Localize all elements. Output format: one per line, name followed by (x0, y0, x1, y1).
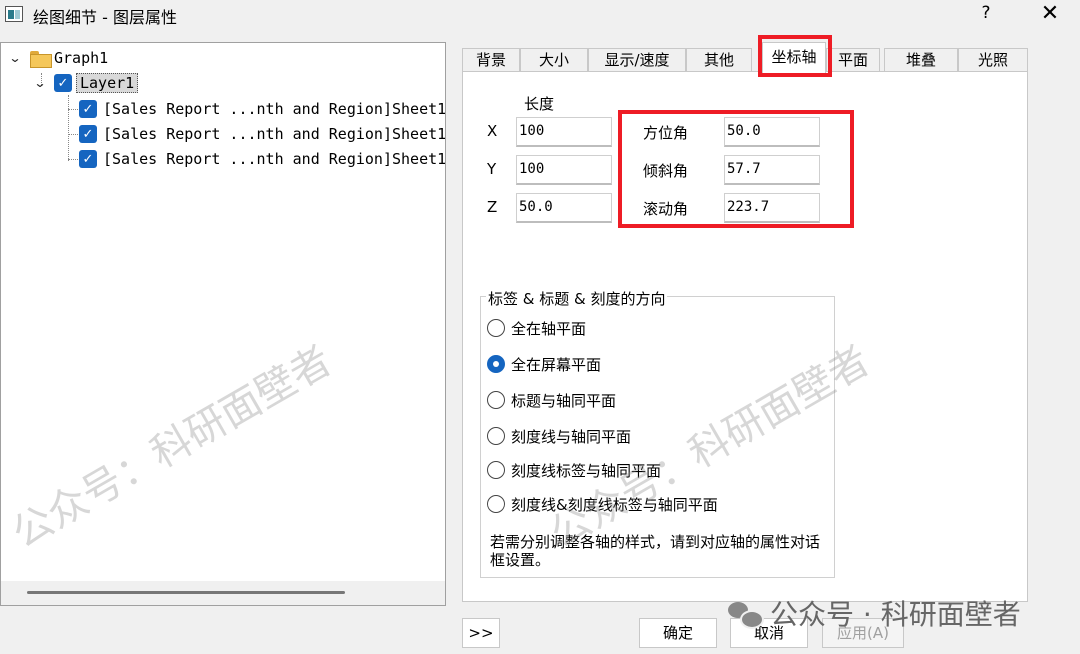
radio-label: 全在屏幕平面 (511, 355, 602, 374)
plot-checkbox[interactable]: ✓ (79, 150, 97, 168)
layer-checkbox[interactable]: ✓ (54, 74, 72, 92)
graph-label: Graph1 (54, 49, 109, 67)
close-button[interactable]: ✕ (1036, 1, 1064, 26)
watermark-footer: 公众号 · 科研面壁者 (728, 593, 1021, 633)
x-length-input[interactable]: 100 (516, 117, 612, 147)
z-length-input[interactable]: 50.0 (516, 193, 612, 223)
length-heading: 长度 (524, 95, 555, 113)
watermark-footer-text: 公众号 · 科研面壁者 (770, 598, 1021, 631)
layer-label: Layer1 (76, 73, 139, 93)
plot-label: [Sales Report ...nth and Region]Sheet1! (103, 150, 446, 168)
tree-node-plot[interactable]: ✓ [Sales Report ...nth and Region]Sheet1… (79, 97, 446, 121)
app-icon (5, 6, 23, 22)
y-length-input[interactable]: 100 (516, 155, 612, 185)
radio-selected-icon[interactable] (487, 355, 505, 373)
tilt-label: 倾斜角 (643, 162, 689, 180)
tree-node-plot[interactable]: ✓ [Sales Report ...nth and Region]Sheet1… (79, 122, 446, 146)
radio-label: 刻度线&刻度线标签与轴同平面 (511, 495, 718, 514)
radio-all-axis-plane[interactable]: 全在轴平面 (487, 317, 586, 339)
radio-title-axis-plane[interactable]: 标题与轴同平面 (487, 389, 616, 411)
tree-node-layer[interactable]: ⌄ ✓ Layer1 (31, 71, 139, 95)
tree-node-plot[interactable]: ✓ [Sales Report ...nth and Region]Sheet1… (79, 147, 446, 171)
plot-checkbox[interactable]: ✓ (79, 100, 97, 118)
radio-label: 全在轴平面 (511, 319, 587, 338)
folder-icon (30, 50, 52, 68)
radio-icon[interactable] (487, 391, 505, 409)
tree-connector (68, 134, 78, 135)
ok-button[interactable]: 确定 (639, 618, 717, 648)
window-title: 绘图细节 - 图层属性 (33, 8, 177, 27)
tilt-input[interactable]: 57.7 (724, 155, 820, 185)
radio-label: 标题与轴同平面 (511, 391, 617, 410)
wechat-icon (728, 600, 764, 629)
orientation-group-title: 标签 & 标题 & 刻度的方向 (486, 288, 668, 309)
layer-tree-panel[interactable]: ⌄ Graph1 ⌄ ✓ Layer1 ✓ [Sales Report ...n… (0, 42, 446, 606)
expand-button[interactable]: >> (462, 618, 500, 648)
radio-icon[interactable] (487, 319, 505, 337)
chevron-down-icon[interactable]: ⌄ (31, 76, 49, 90)
horizontal-scrollbar[interactable] (1, 581, 445, 605)
orientation-note: 若需分别调整各轴的样式，请到对应轴的属性对话框设置。 (490, 533, 821, 569)
plot-label: [Sales Report ...nth and Region]Sheet1! (103, 100, 446, 118)
radio-label: 刻度线与轴同平面 (511, 427, 632, 446)
radio-ticklabels-axis-plane[interactable]: 刻度线标签与轴同平面 (487, 459, 661, 481)
radio-ticks-axis-plane[interactable]: 刻度线与轴同平面 (487, 425, 631, 447)
roll-label: 滚动角 (643, 200, 689, 218)
plot-checkbox[interactable]: ✓ (79, 125, 97, 143)
z-length-label: Z (487, 198, 498, 216)
radio-all-screen-plane[interactable]: 全在屏幕平面 (487, 353, 601, 375)
azimuth-input[interactable]: 50.0 (724, 117, 820, 147)
tree-connector (68, 109, 78, 110)
tab-strip: 背景 大小 显示/速度 其他 坐标轴 平面 堆叠 光照 (462, 42, 1028, 74)
chevron-down-icon[interactable]: ⌄ (6, 51, 24, 65)
radio-ticks-and-labels-axis-plane[interactable]: 刻度线&刻度线标签与轴同平面 (487, 493, 718, 515)
y-length-label: Y (487, 160, 497, 178)
tree-connector (68, 95, 69, 161)
plot-label: [Sales Report ...nth and Region]Sheet1! (103, 125, 446, 143)
title-bar: 绘图细节 - 图层属性 ? ✕ (0, 0, 1080, 30)
radio-icon[interactable] (487, 427, 505, 445)
scrollbar-thumb[interactable] (27, 591, 345, 594)
radio-label: 刻度线标签与轴同平面 (511, 461, 662, 480)
x-length-label: X (487, 122, 498, 140)
tab-axes[interactable]: 坐标轴 (762, 42, 826, 73)
radio-icon[interactable] (487, 495, 505, 513)
azimuth-label: 方位角 (643, 124, 689, 142)
tree-node-graph[interactable]: ⌄ Graph1 (8, 46, 108, 70)
tree-connector (68, 159, 78, 160)
help-button[interactable]: ? (976, 3, 996, 23)
radio-icon[interactable] (487, 461, 505, 479)
roll-input[interactable]: 223.7 (724, 193, 820, 223)
